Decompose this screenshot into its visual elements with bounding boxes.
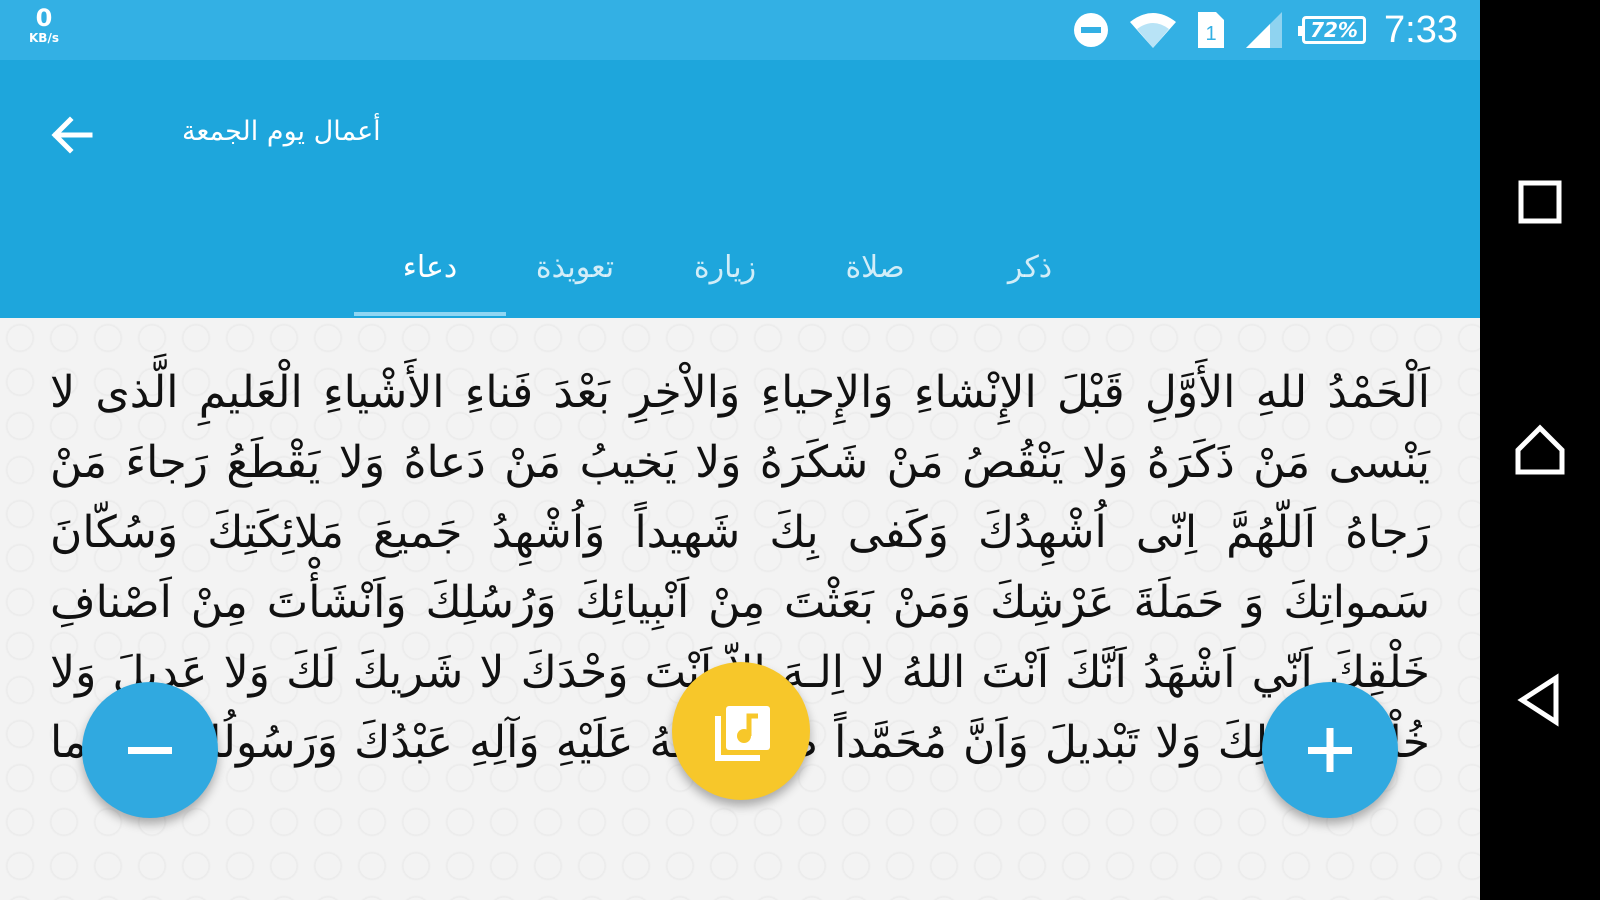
wifi-icon	[1130, 13, 1177, 48]
page-title: أعمال يوم الجمعة	[182, 116, 381, 147]
battery-icon: 72%	[1298, 16, 1367, 44]
sim-icon: 1	[1198, 12, 1225, 48]
net-speed-indicator: 0 KB/s	[20, 6, 68, 44]
arrow-back-icon[interactable]	[46, 110, 96, 160]
battery-percent: 72%	[1310, 18, 1358, 42]
tab-ziyarat[interactable]: زيارة	[649, 220, 801, 316]
do-not-disturb-icon	[1074, 13, 1109, 47]
net-speed-unit: KB/s	[29, 31, 59, 45]
increase-font-button[interactable]	[1262, 682, 1398, 818]
app-bar: أعمال يوم الجمعة دعاء تعويذة زيارة صلاة …	[0, 60, 1480, 318]
clock: 7:33	[1384, 8, 1458, 51]
tab-bar: دعاء تعويذة زيارة صلاة ذكر	[354, 220, 1084, 316]
music-library-icon	[715, 706, 770, 761]
app-screen: 0 KB/s 1 72% 7:33 أعمال يوم الجمعة دعاء …	[0, 0, 1480, 900]
signal-icon	[1246, 12, 1283, 48]
decrease-font-button[interactable]	[82, 682, 218, 818]
navigation-bar	[1480, 0, 1600, 900]
home-icon[interactable]	[1510, 420, 1570, 480]
minus-icon	[128, 747, 172, 754]
net-speed-value: 0	[35, 4, 53, 32]
content-area[interactable]: اَلْحَمْدُ للهِ الأَوَّلِ قَبْلَ الإِنْش…	[0, 318, 1480, 900]
tab-dhikr[interactable]: ذكر	[954, 220, 1106, 316]
plus-icon	[1308, 728, 1352, 772]
audio-button[interactable]	[672, 662, 810, 800]
svg-text:1: 1	[1205, 23, 1216, 45]
tab-taweez[interactable]: تعويذة	[499, 220, 651, 316]
recents-square-icon[interactable]	[1510, 172, 1570, 232]
status-bar: 0 KB/s 1 72% 7:33	[0, 0, 1480, 60]
tab-dua[interactable]: دعاء	[354, 220, 506, 316]
back-triangle-icon[interactable]	[1510, 670, 1570, 730]
tab-salat[interactable]: صلاة	[799, 220, 951, 316]
tab-indicator	[354, 312, 506, 316]
